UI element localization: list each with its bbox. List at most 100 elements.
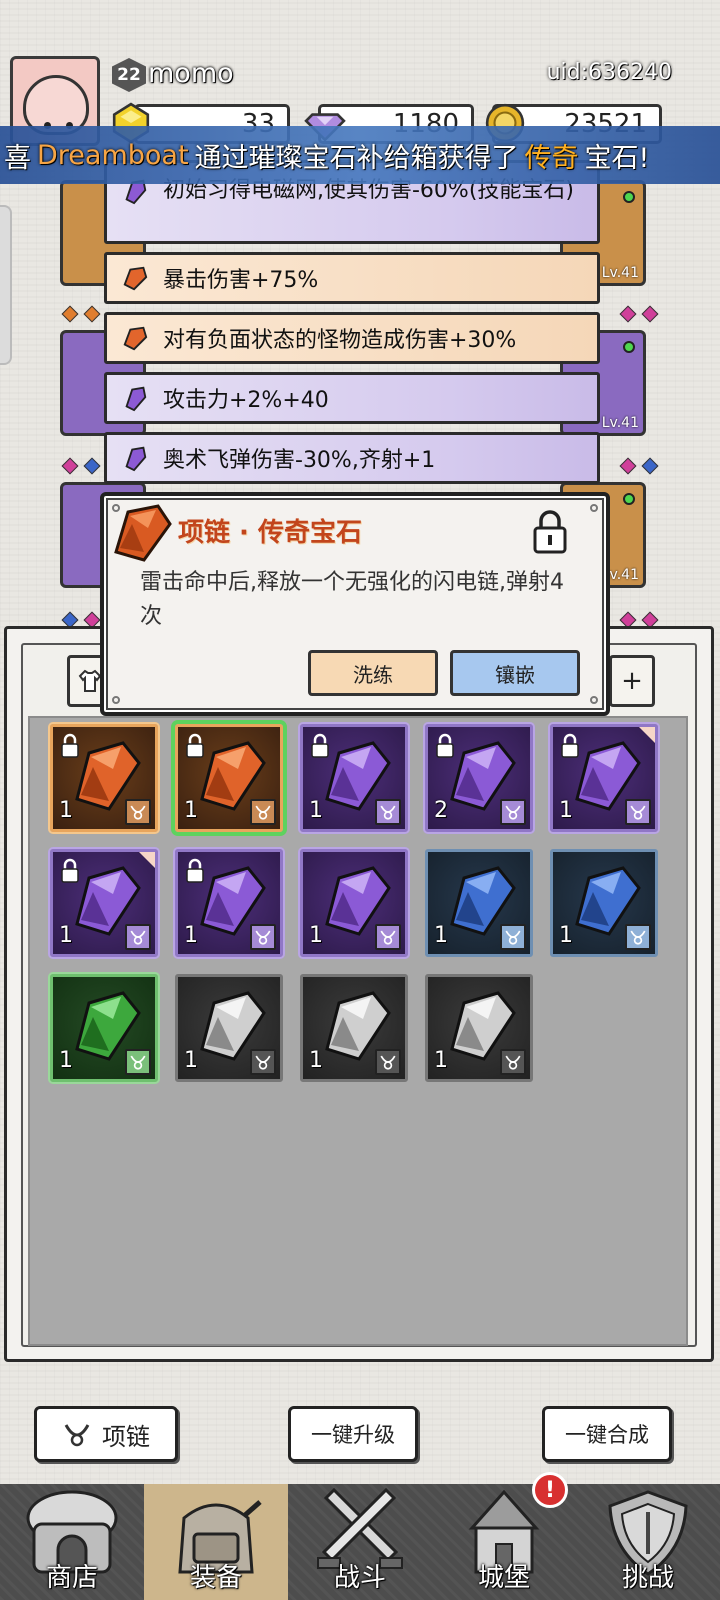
banner-prefix: 喜 (4, 142, 31, 174)
socket-diamond-icon (641, 305, 659, 323)
gem-count: 1 (59, 798, 73, 823)
socket-diamond-icon (61, 457, 79, 475)
gem-count: 1 (309, 798, 323, 823)
gem-count: 1 (434, 1048, 448, 1073)
inlay-button[interactable]: 镶嵌 (450, 650, 580, 696)
gem-slot[interactable]: 1 (300, 724, 408, 832)
gem-slot[interactable]: 1 (175, 849, 283, 957)
orange-gem-icon (123, 266, 148, 291)
socket-diamond-icon (619, 305, 637, 323)
socket-diamond-icon (641, 457, 659, 475)
plus-icon: + (621, 666, 643, 696)
lock-icon (186, 733, 204, 758)
banner-rarity: 传奇 (524, 142, 579, 174)
lock-icon (436, 733, 454, 758)
orange-gem-icon (123, 326, 148, 351)
affix-row: 奥术飞弹伤害-30%,齐射+1 (104, 432, 600, 484)
gem-count: 1 (184, 1048, 198, 1073)
nav-challenge-label: 挑战 (621, 1563, 674, 1593)
affix-text: 暴击伤害+75% (163, 268, 319, 293)
broadcast-banner: 喜 Dreamboat 通过璀璨宝石补给箱获得了 传奇 宝石! (0, 126, 720, 184)
popup-title: 项链 · 传奇宝石 (178, 518, 362, 548)
nav-equipment-label: 装备 (189, 1563, 242, 1593)
necklace-type-icon (500, 1049, 526, 1075)
necklace-type-icon (375, 924, 401, 950)
gem-slot[interactable]: 1 (425, 849, 533, 957)
necklace-type-icon (375, 799, 401, 825)
merge-all-button[interactable]: 一键合成 (542, 1406, 672, 1462)
gem-slot[interactable]: 1 (50, 724, 158, 832)
gem-slot[interactable]: 1 (550, 724, 658, 832)
equip-level: Lv.41 (601, 265, 639, 281)
purple-gem-icon (125, 446, 147, 472)
lock-icon (61, 858, 79, 883)
socket-diamond-icon (61, 305, 79, 323)
affix-text: 奥术飞弹伤害-30%,齐射+1 (163, 448, 436, 473)
nav-shop[interactable]: 商店 (0, 1484, 144, 1600)
affix-row: 暴击伤害+75% (104, 252, 600, 304)
necklace-icon (64, 1424, 90, 1447)
player-level-badge: 22 (112, 58, 146, 92)
nav-shop-label: 商店 (45, 1563, 98, 1593)
necklace-filter-label: 项链 (102, 1422, 150, 1451)
necklace-type-icon (500, 924, 526, 950)
necklace-type-icon (125, 1049, 151, 1075)
gem-slot[interactable]: 1 (175, 974, 283, 1082)
gem-count: 1 (184, 798, 198, 823)
banner-message: 通过璀璨宝石补给箱获得了 (194, 142, 519, 174)
nav-castle-label: 城堡 (477, 1563, 530, 1593)
new-corner-marker (639, 727, 655, 743)
gem-slot[interactable]: 1 (300, 849, 408, 957)
status-dot (623, 493, 635, 505)
necklace-type-icon (250, 924, 276, 950)
nav-castle[interactable]: ! 城堡 (432, 1472, 576, 1600)
affix-text: 攻击力+2%+40 (163, 388, 329, 413)
lock-icon (561, 733, 579, 758)
popup-rivet (112, 696, 120, 704)
refine-button[interactable]: 洗练 (308, 650, 438, 696)
lock-icon (61, 733, 79, 758)
necklace-type-icon (625, 924, 651, 950)
banner-player-name: Dreamboat (37, 139, 189, 171)
gem-count: 1 (309, 923, 323, 948)
gem-slot[interactable]: 1 (50, 974, 158, 1082)
nav-castle-alert-badge: ! (532, 1472, 568, 1508)
gem-detail-popup: 项链 · 传奇宝石 雷击命中后,释放一个无强化的闪电链,弹射4次 洗练 镶嵌 (100, 492, 610, 716)
nav-challenge[interactable]: 挑战 (576, 1484, 720, 1600)
necklace-type-icon (375, 1049, 401, 1075)
side-drawer-tab[interactable] (0, 205, 12, 365)
banner-suffix: 宝石! (584, 142, 650, 174)
add-button[interactable]: + (609, 655, 655, 707)
legendary-gem-icon (114, 504, 172, 562)
socket-diamond-icon (619, 457, 637, 475)
necklace-type-icon (625, 799, 651, 825)
nav-equipment[interactable]: 装备 (144, 1484, 288, 1600)
socket-diamond-icon (83, 457, 101, 475)
nav-battle[interactable]: 战斗 (288, 1484, 432, 1600)
affix-text: 对有负面状态的怪物造成伤害+30% (163, 328, 517, 353)
gem-count: 1 (559, 798, 573, 823)
gem-count: 1 (59, 923, 73, 948)
lock-icon[interactable] (530, 508, 570, 556)
affix-row: 对有负面状态的怪物造成伤害+30% (104, 312, 600, 364)
gem-slot[interactable]: 1 (50, 849, 158, 957)
necklace-filter-button[interactable]: 项链 (34, 1406, 178, 1462)
player-name: momo (148, 58, 234, 89)
gem-slot[interactable]: 1 (175, 724, 283, 832)
merge-all-label: 一键合成 (565, 1423, 649, 1447)
necklace-type-icon (125, 924, 151, 950)
gem-count: 2 (434, 798, 448, 823)
socket-diamond-icon (83, 305, 101, 323)
equip-level: Lv.41 (601, 415, 639, 431)
upgrade-all-label: 一键升级 (311, 1423, 395, 1447)
upgrade-all-button[interactable]: 一键升级 (288, 1406, 418, 1462)
gem-count: 1 (434, 923, 448, 948)
popup-rivet (590, 504, 598, 512)
gem-slot[interactable]: 2 (425, 724, 533, 832)
gem-slot[interactable]: 1 (550, 849, 658, 957)
gem-slot[interactable]: 1 (425, 974, 533, 1082)
lock-icon (311, 733, 329, 758)
gem-slot[interactable]: 1 (300, 974, 408, 1082)
status-dot (623, 341, 635, 353)
necklace-type-icon (250, 1049, 276, 1075)
